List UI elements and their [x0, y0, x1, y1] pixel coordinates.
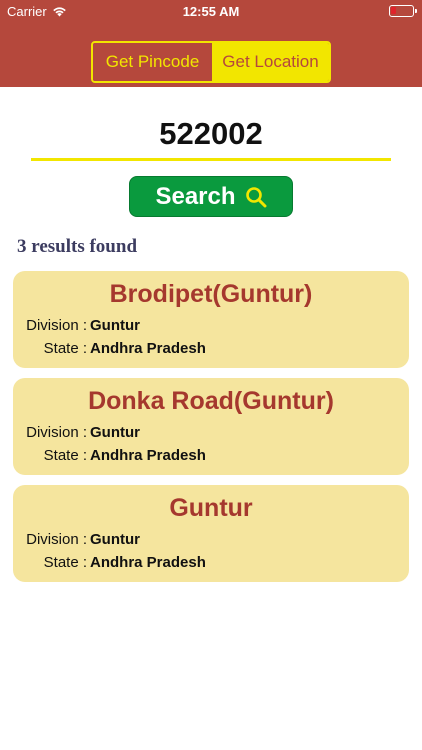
state-value: Andhra Pradesh [90, 447, 206, 464]
division-row: Division : Guntur [13, 424, 140, 441]
division-value: Guntur [90, 317, 140, 334]
state-label: State : [43, 340, 87, 357]
division-row: Division : Guntur [13, 531, 140, 548]
search-button[interactable]: Search [129, 176, 293, 217]
tab-get-location[interactable]: Get Location [212, 43, 329, 81]
mode-segmented-control: Get Pincode Get Location [91, 41, 331, 83]
battery-icon [389, 5, 417, 17]
app-header: Carrier 12:55 AM Get Pincode Get Locatio… [0, 0, 422, 87]
result-card[interactable]: Donka Road(Guntur) Division : Guntur Sta… [13, 378, 409, 475]
result-card[interactable]: Guntur Division : Guntur State : Andhra … [13, 485, 409, 582]
state-label: State : [43, 554, 87, 571]
state-row: State : Andhra Pradesh [13, 447, 206, 464]
division-label: Division : [26, 531, 87, 548]
battery-level [391, 7, 396, 14]
division-label: Division : [26, 424, 87, 441]
division-label: Division : [26, 317, 87, 334]
state-value: Andhra Pradesh [90, 554, 206, 571]
state-row: State : Andhra Pradesh [13, 340, 206, 357]
result-title: Brodipet(Guntur) [109, 280, 313, 308]
division-value: Guntur [90, 531, 140, 548]
search-icon [245, 186, 267, 207]
result-card[interactable]: Brodipet(Guntur) Division : Guntur State… [13, 271, 409, 368]
results-list: Brodipet(Guntur) Division : Guntur State… [13, 271, 409, 592]
division-row: Division : Guntur [13, 317, 140, 334]
search-button-label: Search [155, 182, 236, 210]
result-title: Guntur [169, 494, 253, 522]
input-underline [31, 158, 391, 161]
tab-get-pincode[interactable]: Get Pincode [93, 43, 212, 81]
results-count: 3 results found [17, 236, 138, 257]
division-value: Guntur [90, 424, 140, 441]
state-label: State : [43, 447, 87, 464]
status-bar: Carrier 12:55 AM [0, 0, 422, 22]
result-title: Donka Road(Guntur) [88, 387, 334, 415]
state-value: Andhra Pradesh [90, 340, 206, 357]
status-time: 12:55 AM [182, 4, 240, 19]
pincode-input[interactable] [31, 110, 391, 158]
state-row: State : Andhra Pradesh [13, 554, 206, 571]
